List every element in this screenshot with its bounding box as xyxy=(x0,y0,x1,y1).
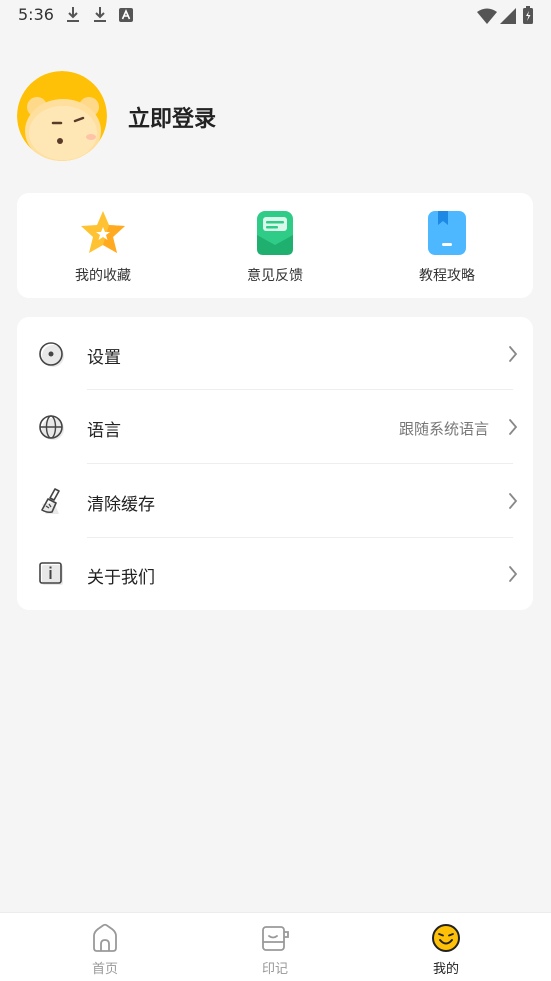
profile-screen: 5:36 立即登录 我的收藏 意见反馈 教程攻略 设置 语言 跟随系统语言 清除… xyxy=(0,0,551,981)
star-icon xyxy=(81,211,125,253)
notebook-icon xyxy=(262,926,289,951)
menu-item-language[interactable]: 语言 跟随系统语言 xyxy=(17,390,533,463)
menu-item-value: 跟随系统语言 xyxy=(398,420,489,438)
nav-tab-mine[interactable]: 我的 xyxy=(386,913,506,981)
brush-icon xyxy=(41,488,60,514)
face-icon xyxy=(432,924,460,952)
menu-item-label: 语言 xyxy=(87,421,121,441)
bookmark-book-icon xyxy=(428,211,466,255)
avatar[interactable] xyxy=(17,71,107,161)
settings-menu-card: 设置 语言 跟随系统语言 清除缓存 关于我们 xyxy=(17,317,533,610)
quick-item-label: 意见反馈 xyxy=(247,268,303,284)
menu-item-settings[interactable]: 设置 xyxy=(17,317,533,390)
chevron-right-icon xyxy=(509,419,518,435)
bear-avatar-icon xyxy=(17,71,107,161)
menu-item-label: 清除缓存 xyxy=(87,495,155,515)
feedback-icon xyxy=(257,211,293,255)
info-icon xyxy=(39,562,63,585)
quick-item-tutorial[interactable]: 教程攻略 xyxy=(361,193,533,298)
chevron-right-icon xyxy=(509,566,518,582)
settings-icon xyxy=(39,342,64,367)
login-button[interactable]: 立即登录 xyxy=(128,101,216,133)
chevron-right-icon xyxy=(509,493,518,509)
home-icon xyxy=(93,923,117,952)
quick-item-label: 教程攻略 xyxy=(419,268,475,284)
nav-tab-label: 印记 xyxy=(261,962,288,977)
wifi-icon xyxy=(477,8,497,24)
nav-tab-label: 首页 xyxy=(91,962,118,977)
quick-item-feedback[interactable]: 意见反馈 xyxy=(189,193,361,298)
menu-item-label: 关于我们 xyxy=(87,568,155,588)
nav-tab-label: 我的 xyxy=(432,962,459,977)
menu-item-clear-cache[interactable]: 清除缓存 xyxy=(17,464,533,537)
font-icon xyxy=(119,8,133,22)
quick-item-favorites[interactable]: 我的收藏 xyxy=(17,193,189,298)
nav-tab-home[interactable]: 首页 xyxy=(45,913,165,981)
menu-item-about[interactable]: 关于我们 xyxy=(17,537,533,610)
quick-item-label: 我的收藏 xyxy=(75,268,131,284)
menu-item-label: 设置 xyxy=(87,348,121,368)
nav-tab-imprint[interactable]: 印记 xyxy=(215,913,335,981)
quick-actions-card: 我的收藏 意见反馈 教程攻略 xyxy=(17,193,533,298)
status-bar: 5:36 xyxy=(0,0,551,32)
bottom-nav: 首页 印记 我的 xyxy=(0,912,551,981)
globe-icon xyxy=(39,415,64,440)
download-icon xyxy=(67,7,79,22)
status-time: 5:36 xyxy=(18,5,54,24)
chevron-right-icon xyxy=(509,346,518,362)
signal-icon xyxy=(500,8,516,24)
battery-icon xyxy=(523,6,533,24)
download-icon xyxy=(94,7,106,22)
